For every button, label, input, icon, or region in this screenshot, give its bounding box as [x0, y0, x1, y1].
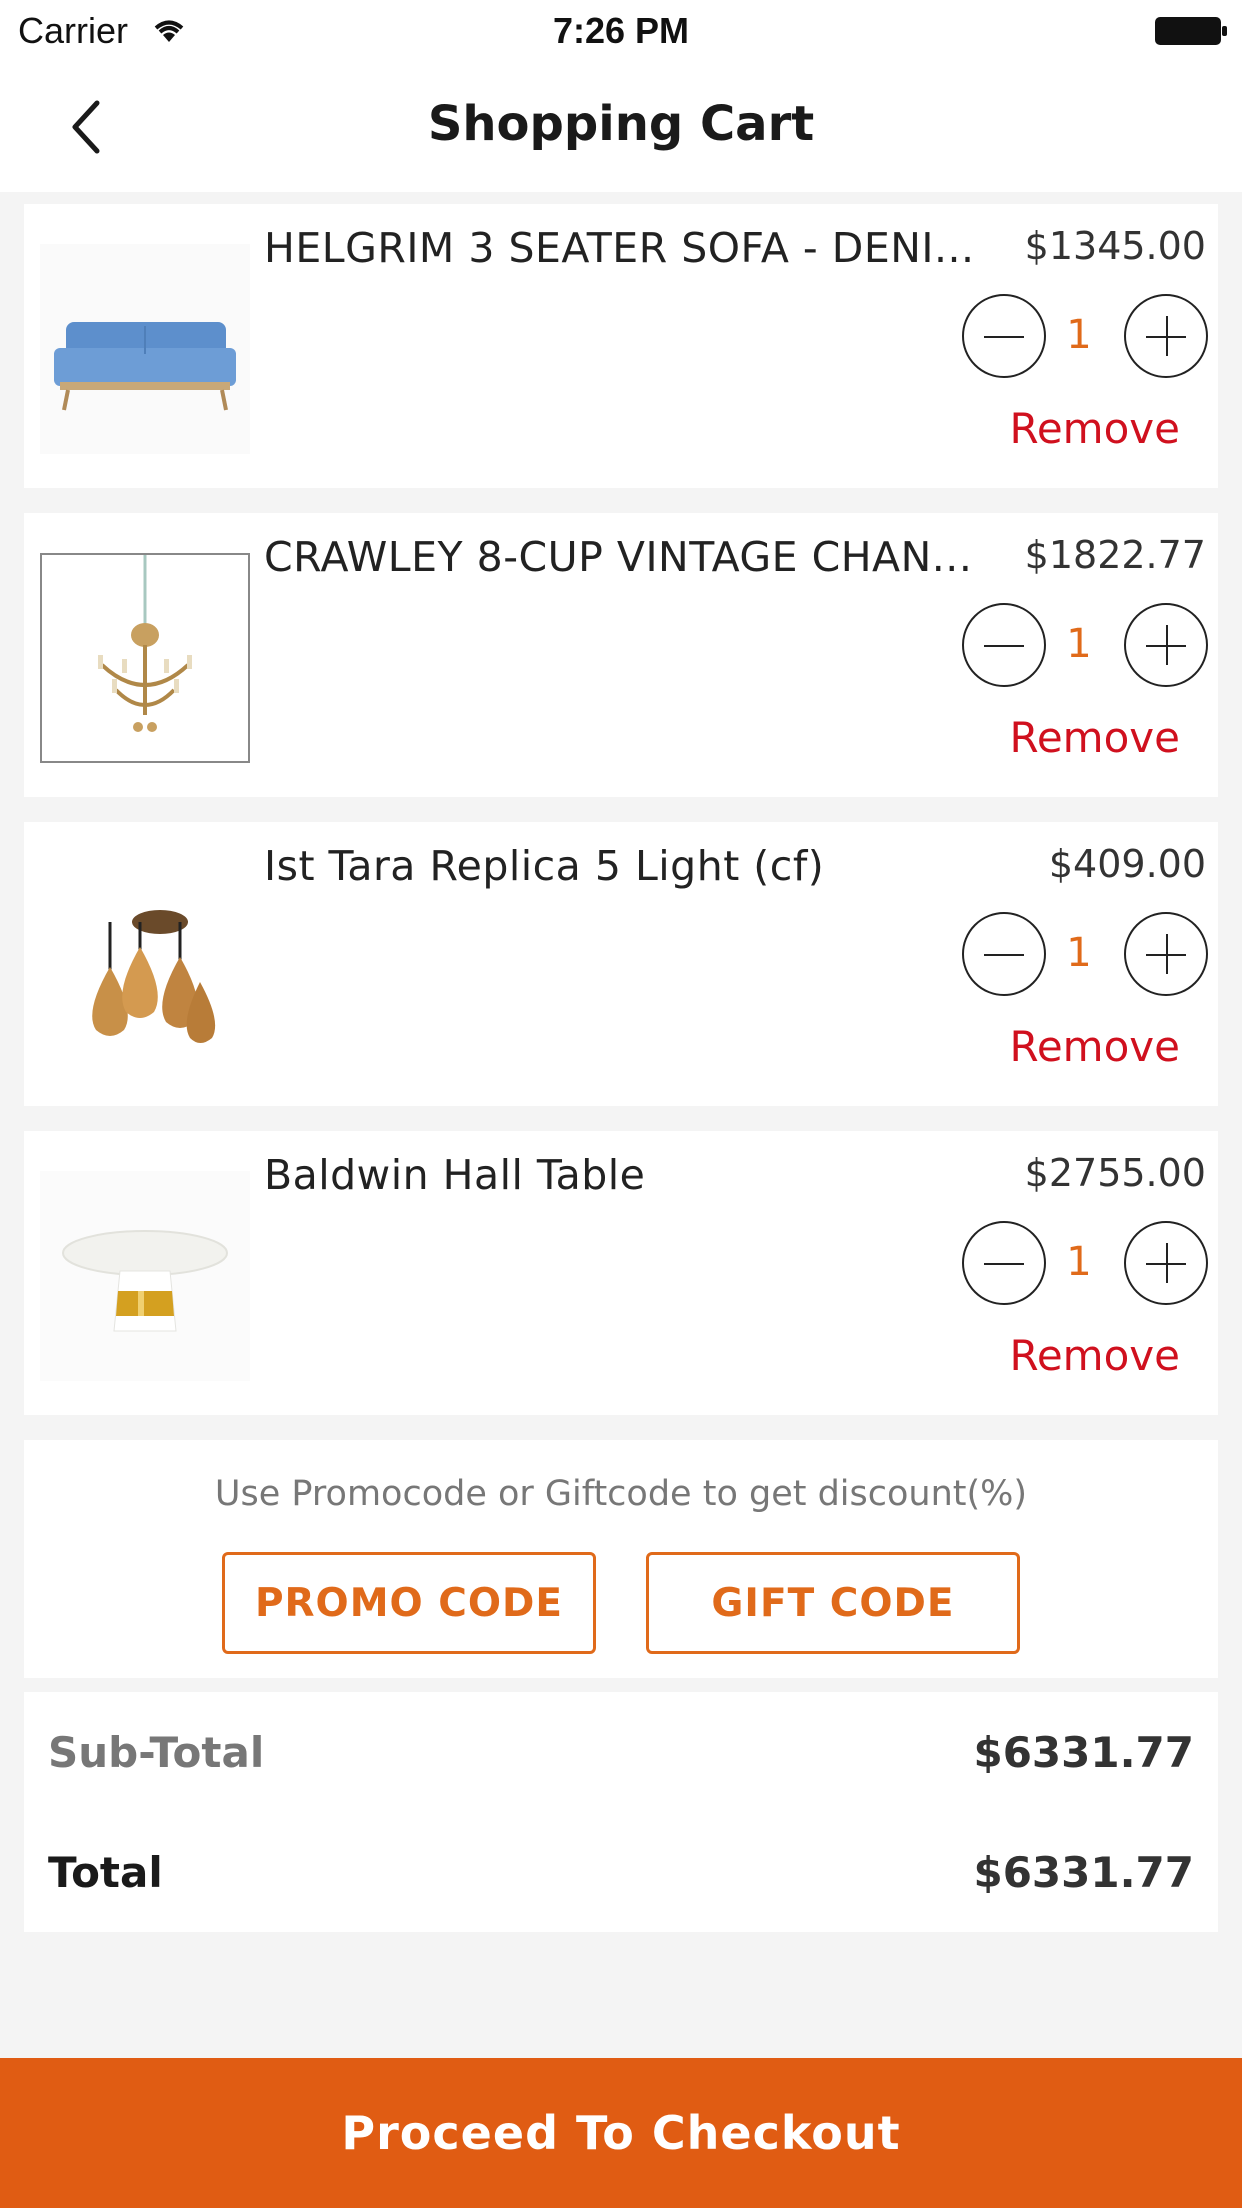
item-name[interactable]: HELGRIM 3 SEATER SOFA - DENI... — [264, 224, 1004, 272]
decrease-quantity-button[interactable] — [962, 294, 1046, 378]
item-price: $1345.00 — [1024, 224, 1206, 268]
item-name[interactable]: CRAWLEY 8-CUP VINTAGE CHAN... — [264, 533, 1004, 581]
gift-code-button[interactable]: GIFT CODE — [646, 1552, 1020, 1654]
decrease-quantity-button[interactable] — [962, 603, 1046, 687]
remove-button[interactable]: Remove — [1010, 404, 1180, 453]
cart-item: Ist Tara Replica 5 Light (cf) $409.00 1 … — [24, 822, 1218, 1106]
checkout-button[interactable]: Proceed To Checkout — [0, 2058, 1242, 2208]
status-bar: Carrier 7:26 PM — [0, 0, 1242, 62]
total-value: $6331.77 — [973, 1848, 1194, 1897]
product-image-pendant-lights — [40, 862, 250, 1072]
promo-code-button[interactable]: PROMO CODE — [222, 1552, 596, 1654]
minus-icon — [984, 336, 1024, 338]
increase-quantity-button[interactable] — [1124, 603, 1208, 687]
minus-icon — [984, 645, 1024, 647]
totals-section: Sub-Total $6331.77 Total $6331.77 — [24, 1692, 1218, 1932]
total-label: Total — [48, 1848, 163, 1897]
subtotal-label: Sub-Total — [48, 1728, 265, 1777]
item-price: $409.00 — [1048, 842, 1206, 886]
remove-button[interactable]: Remove — [1010, 1022, 1180, 1071]
remove-button[interactable]: Remove — [1010, 1331, 1180, 1380]
promo-hint-text: Use Promocode or Giftcode to get discoun… — [214, 1474, 1028, 1514]
status-time: 7:26 PM — [552, 10, 690, 51]
quantity-value: 1 — [1066, 312, 1092, 358]
minus-icon — [984, 1263, 1024, 1265]
product-image-hall-table — [40, 1171, 250, 1381]
increase-quantity-button[interactable] — [1124, 912, 1208, 996]
decrease-quantity-button[interactable] — [962, 912, 1046, 996]
item-name[interactable]: Ist Tara Replica 5 Light (cf) — [264, 842, 1004, 890]
page-title: Shopping Cart — [427, 96, 815, 152]
increase-quantity-button[interactable] — [1124, 1221, 1208, 1305]
quantity-value: 1 — [1066, 1239, 1092, 1285]
increase-quantity-button[interactable] — [1124, 294, 1208, 378]
item-price: $1822.77 — [1024, 533, 1206, 577]
cart-item: Baldwin Hall Table $2755.00 1 Remove — [24, 1131, 1218, 1415]
item-price: $2755.00 — [1024, 1151, 1206, 1195]
item-name[interactable]: Baldwin Hall Table — [264, 1151, 1004, 1199]
product-image-sofa — [40, 244, 250, 454]
quantity-value: 1 — [1066, 930, 1092, 976]
product-image-chandelier — [40, 553, 250, 763]
remove-button[interactable]: Remove — [1010, 713, 1180, 762]
subtotal-value: $6331.77 — [973, 1728, 1194, 1777]
quantity-value: 1 — [1066, 621, 1092, 667]
decrease-quantity-button[interactable] — [962, 1221, 1046, 1305]
nav-bar: Shopping Cart — [0, 62, 1242, 192]
battery-icon — [1155, 17, 1227, 45]
promo-section: Use Promocode or Giftcode to get discoun… — [24, 1440, 1218, 1678]
cart-item: CRAWLEY 8-CUP VINTAGE CHAN... $1822.77 1… — [24, 513, 1218, 797]
minus-icon — [984, 954, 1024, 956]
cart-item: HELGRIM 3 SEATER SOFA - DENI... $1345.00… — [24, 204, 1218, 488]
